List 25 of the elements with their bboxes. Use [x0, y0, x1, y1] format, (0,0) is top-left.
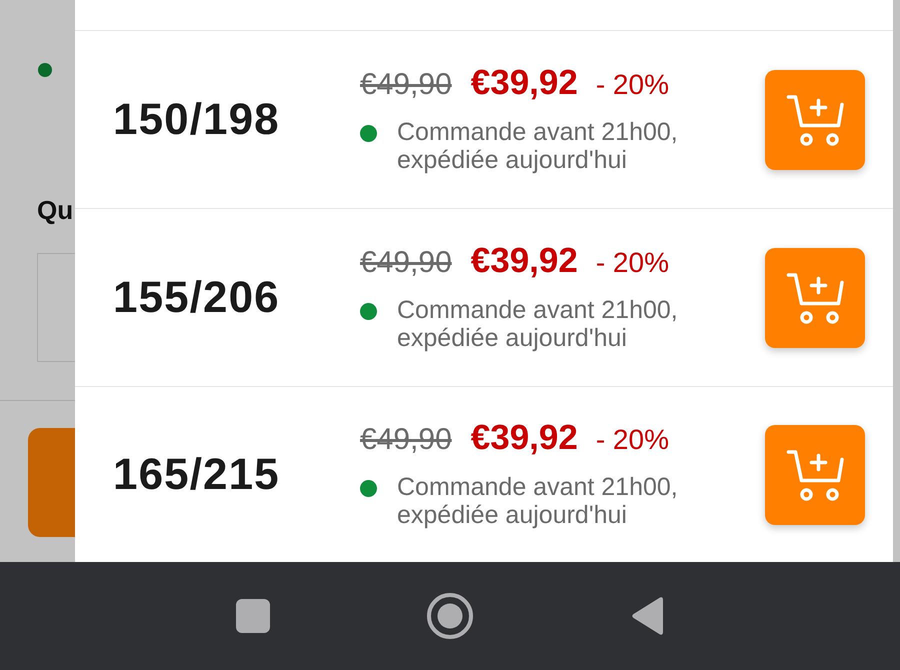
- section-heading: Qu: [37, 194, 74, 226]
- size-label: 155/206: [113, 276, 281, 320]
- delivery-info: Commande avant 21h00, expédiée aujourd'hui: [397, 473, 679, 529]
- cart-plus-icon: [785, 92, 845, 146]
- add-to-cart-button[interactable]: [765, 424, 865, 524]
- size-label: 150/198: [113, 98, 281, 142]
- sale-price: €39,92: [470, 420, 578, 455]
- original-price: €49,90: [360, 70, 452, 100]
- discount-label: - 20%: [596, 71, 669, 99]
- original-price: €49,90: [360, 425, 452, 455]
- discount-label: - 20%: [596, 426, 669, 454]
- discount-label: - 20%: [596, 249, 669, 277]
- original-price: €49,90: [360, 248, 452, 278]
- sale-price: €39,92: [470, 65, 578, 100]
- add-to-cart-button[interactable]: [765, 248, 865, 348]
- home-circle-icon: [427, 593, 473, 639]
- cart-plus-icon: [785, 448, 845, 502]
- delivery-info: Commande avant 21h00, expédiée aujourd'hui: [397, 296, 679, 352]
- add-to-cart-button[interactable]: [765, 70, 865, 170]
- delivery-info: Commande avant 21h00, expédiée aujourd'hui: [397, 118, 679, 174]
- back-triangle-icon: [630, 596, 664, 636]
- cart-plus-icon: [785, 270, 845, 324]
- size-label: 165/215: [113, 452, 281, 496]
- square-icon: [236, 599, 270, 633]
- sale-price: €39,92: [470, 243, 578, 278]
